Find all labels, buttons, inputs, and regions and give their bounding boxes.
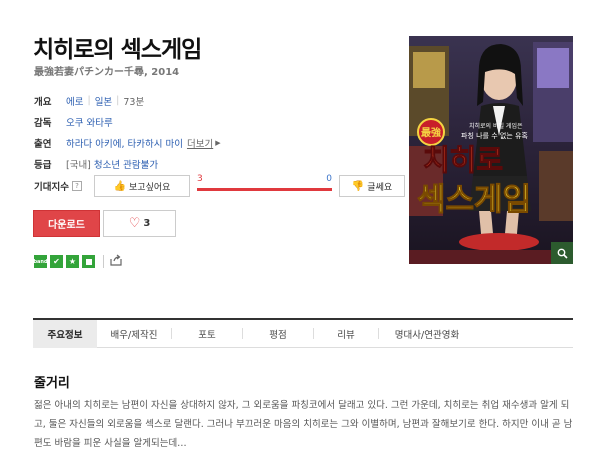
poster-tagline-2: 파칭 나를 수 없는 유혹 [461, 131, 528, 140]
thumb-down-icon: 👎 [351, 180, 365, 192]
notwant-count: 0 [326, 174, 332, 184]
tab-quotes-related[interactable]: 명대사/연관영화 [379, 320, 475, 348]
rating-label: 등급 [34, 159, 52, 171]
cast-label: 출연 [34, 138, 52, 150]
detail-tabs: 주요정보 배우/제작진 포토 평점 리뷰 명대사/연관영화 [33, 318, 573, 348]
band-icon[interactable]: band [33, 255, 48, 268]
not-sure-button[interactable]: 👎 글쎄요 [339, 175, 405, 197]
poster-image: 最強 치히로의 비밀 게임은 파칭 나를 수 없는 유혹 치히로 섹스게임 [409, 36, 573, 264]
divider: | [87, 95, 91, 106]
movie-info: 개요 에로 | 일본 | 73분 감독 오쿠 와타루 출연 하라다 아키에, 타… [34, 90, 374, 174]
like-button[interactable]: ♡ 3 [103, 210, 176, 237]
share-icon[interactable] [110, 254, 122, 269]
divider [103, 255, 104, 268]
help-icon[interactable]: ? [71, 181, 82, 191]
anticipation-gauge: 3 0 [197, 174, 332, 198]
poster-title-1: 치히로 [423, 143, 503, 177]
info-row-cast: 출연 하라다 아키에, 타카하시 마이 더보기 ▶ [34, 132, 374, 153]
country-link[interactable]: 일본 [95, 94, 112, 108]
thumb-up-icon: 👍 [113, 180, 127, 192]
tab-cast-crew[interactable]: 배우/제작진 [97, 320, 171, 348]
tab-main-info[interactable]: 주요정보 [33, 319, 97, 348]
share-row: band ✔ ★ [33, 254, 122, 269]
want-count: 3 [197, 174, 203, 184]
tab-photo[interactable]: 포토 [172, 320, 242, 348]
rating-region: [국내] [66, 159, 91, 171]
want-to-see-label: 보고싶어요 [129, 182, 171, 193]
runtime-text: 73분 [123, 96, 145, 108]
tab-rating[interactable]: 평점 [243, 320, 313, 348]
zoom-search-icon[interactable] [551, 242, 573, 264]
poster-tagline-1: 치히로의 비밀 게임은 [469, 122, 523, 130]
director-link[interactable]: 오쿠 와타루 [66, 115, 113, 129]
synopsis-text: 젊은 아내의 치히로는 남편이 자신을 상대하지 않자, 그 외로움을 파칭코에… [34, 400, 573, 449]
anticipation-label: 기대지수 [34, 182, 69, 193]
info-row-overview: 개요 에로 | 일본 | 73분 [34, 90, 374, 111]
rating-link[interactable]: 청소년 관람불가 [94, 157, 158, 171]
poster-badge: 最強 [421, 126, 441, 139]
want-to-see-button[interactable]: 👍 보고싶어요 [94, 175, 190, 197]
green-box-icon[interactable] [82, 255, 95, 268]
gauge-fill [197, 188, 332, 191]
movie-poster[interactable]: 最強 치히로의 비밀 게임은 파칭 나를 수 없는 유혹 치히로 섹스게임 [409, 36, 573, 264]
overview-label: 개요 [34, 96, 52, 108]
chevron-right-icon: ▶ [215, 138, 221, 147]
movie-subtitle: 最強若妻パチンカー千尋, 2014 [34, 67, 180, 78]
cast-more-link[interactable]: 더보기 [187, 136, 213, 150]
tab-review[interactable]: 리뷰 [314, 320, 378, 348]
kakao-icon[interactable]: ✔ [50, 255, 63, 268]
movie-title: 치히로의 섹스게임 [33, 37, 202, 63]
genre-link[interactable]: 에로 [66, 94, 83, 108]
info-row-rating: 등급 [국내] 청소년 관람불가 [34, 153, 374, 174]
like-count: 3 [143, 218, 151, 229]
cast-links[interactable]: 하라다 아키에, 타카하시 마이 [66, 136, 183, 150]
star-icon[interactable]: ★ [66, 255, 79, 268]
poster-title-2: 섹스게임 [417, 182, 531, 218]
info-row-director: 감독 오쿠 와타루 [34, 111, 374, 132]
anticipation-bar: 기대지수 ? 👍 보고싶어요 3 0 👎 글쎄요 [34, 174, 405, 198]
heart-icon: ♡ [128, 216, 141, 231]
not-sure-label: 글쎄요 [367, 182, 393, 193]
divider: | [116, 95, 120, 106]
director-label: 감독 [34, 117, 52, 129]
download-button[interactable]: 다운로드 [33, 210, 100, 237]
synopsis-heading: 줄거리 [34, 376, 70, 391]
